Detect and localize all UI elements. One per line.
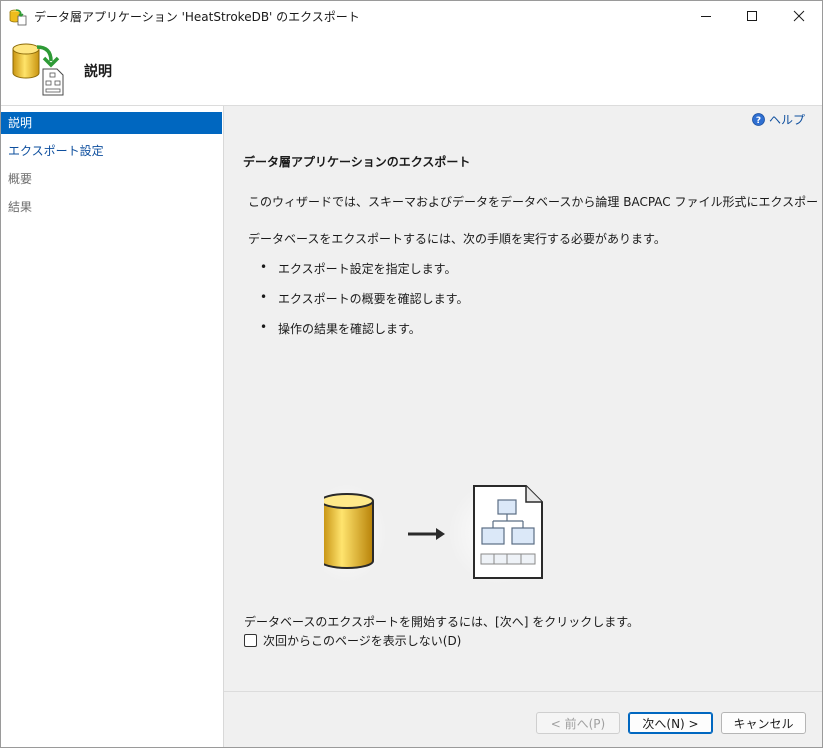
wizard-footer: < 前へ(P) 次へ(N) > キャンセル — [224, 691, 822, 747]
minimize-icon — [701, 16, 711, 17]
skip-page-checkbox[interactable] — [244, 634, 257, 647]
title-bar[interactable]: データ層アプリケーション 'HeatStrokeDB' のエクスポート — [1, 1, 822, 31]
sidebar-item-description[interactable]: 説明 — [1, 112, 222, 134]
bacpac-file-icon — [473, 485, 543, 579]
content-title: データ層アプリケーションのエクスポート — [243, 155, 471, 169]
arrow-right-icon — [408, 528, 445, 540]
step-text: エクスポート設定を指定します。 — [278, 262, 457, 276]
help-link[interactable]: ? ヘルプ — [752, 111, 805, 128]
wizard-sidebar: 説明 エクスポート設定 概要 結果 — [1, 106, 224, 747]
help-icon: ? — [752, 113, 765, 126]
page-title: 説明 — [84, 64, 112, 80]
next-button[interactable]: 次へ(N) > — [628, 712, 713, 734]
maximize-button[interactable] — [729, 1, 775, 31]
dialog-window: データ層アプリケーション 'HeatStrokeDB' のエクスポート 説明 説… — [0, 0, 823, 748]
skip-page-option[interactable]: 次回からこのページを表示しない(D) — [244, 632, 461, 649]
intro-text: このウィザードでは、スキーマおよびデータをデータベースから論理 BACPAC フ… — [248, 195, 822, 209]
step-text: 操作の結果を確認します。 — [278, 322, 421, 336]
app-database-export-icon — [9, 9, 27, 26]
close-button[interactable] — [776, 1, 822, 31]
database-export-icon — [12, 43, 64, 96]
step-text: エクスポートの概要を確認します。 — [278, 292, 469, 306]
svg-text:?: ? — [756, 116, 761, 126]
steps-heading: データベースをエクスポートするには、次の手順を実行する必要があります。 — [248, 232, 666, 246]
export-illustration — [324, 481, 548, 585]
minimize-button[interactable] — [683, 1, 729, 31]
wizard-header: 説明 — [1, 31, 822, 106]
close-icon — [793, 10, 805, 22]
wizard-content: ? ヘルプ データ層アプリケーションのエクスポート このウィザードでは、スキーマ… — [224, 106, 822, 691]
sidebar-item-export-settings[interactable]: エクスポート設定 — [1, 140, 222, 162]
cancel-button[interactable]: キャンセル — [721, 712, 806, 734]
help-label[interactable]: ヘルプ — [769, 111, 805, 128]
back-button[interactable]: < 前へ(P) — [536, 712, 620, 734]
maximize-icon — [747, 11, 757, 21]
window-title: データ層アプリケーション 'HeatStrokeDB' のエクスポート — [34, 10, 360, 24]
skip-page-label[interactable]: 次回からこのページを表示しない(D) — [263, 632, 461, 649]
database-icon — [324, 493, 374, 569]
sidebar-item-summary: 概要 — [8, 172, 33, 186]
start-instruction: データベースのエクスポートを開始するには、[次へ] をクリックします。 — [244, 615, 640, 629]
sidebar-item-results: 結果 — [8, 200, 33, 214]
